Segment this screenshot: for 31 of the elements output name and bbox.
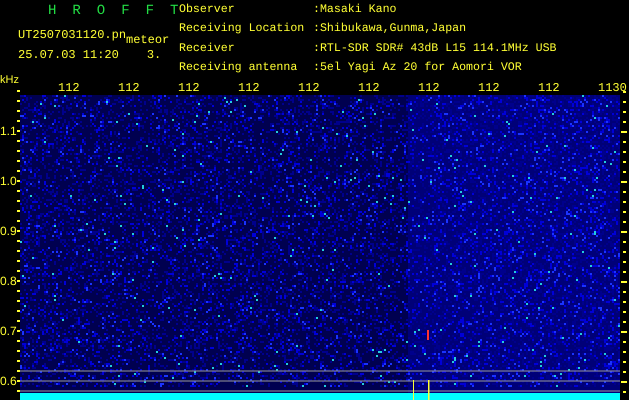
marker-line [413, 380, 414, 400]
x-axis-label: 112 [58, 82, 80, 94]
x-axis-label: 112 [478, 82, 500, 94]
info-value: :RTL-SDR SDR# 43dB L15 114.1MHz USB [313, 42, 557, 56]
mode-label: meteor [126, 33, 170, 47]
info-value: :Masaki Kano [313, 3, 398, 18]
x-axis-label: 1130 [598, 82, 627, 94]
x-axis-label: 112 [238, 82, 260, 94]
info-value: :Shibukawa,Gunma,Japan [313, 22, 468, 38]
x-axis-label: 112 [538, 82, 560, 94]
info-label: Receiving Location [179, 22, 306, 38]
x-axis-label: 112 [118, 82, 140, 94]
y-axis-label: 1.1 [0, 125, 17, 137]
y-axis-label: 1.0 [0, 175, 17, 187]
y-axis-label: 0.9 [0, 225, 17, 237]
info-label: Receiver [179, 42, 236, 56]
count-value: 3. [146, 48, 162, 62]
file-name: UT2507031120.pn [18, 28, 126, 42]
info-label: Receiving antenna [179, 60, 298, 76]
y-axis-label: 0.7 [0, 325, 17, 337]
x-axis-label: 112 [298, 82, 320, 94]
x-axis-label: 112 [178, 82, 200, 94]
meteor-echo-mark [427, 330, 429, 340]
info-value: :5el Yagi Az 20 for Aomori VOR [313, 60, 523, 76]
y-axis-label: 0.6 [0, 375, 17, 387]
marker-line [428, 380, 430, 400]
y-axis-label: 0.8 [0, 275, 17, 287]
date-time: 25.07.03 11:20 [18, 48, 119, 62]
x-axis-label: 112 [418, 82, 440, 94]
x-axis-label: 112 [358, 82, 380, 94]
unit-label: kHz [0, 74, 19, 86]
